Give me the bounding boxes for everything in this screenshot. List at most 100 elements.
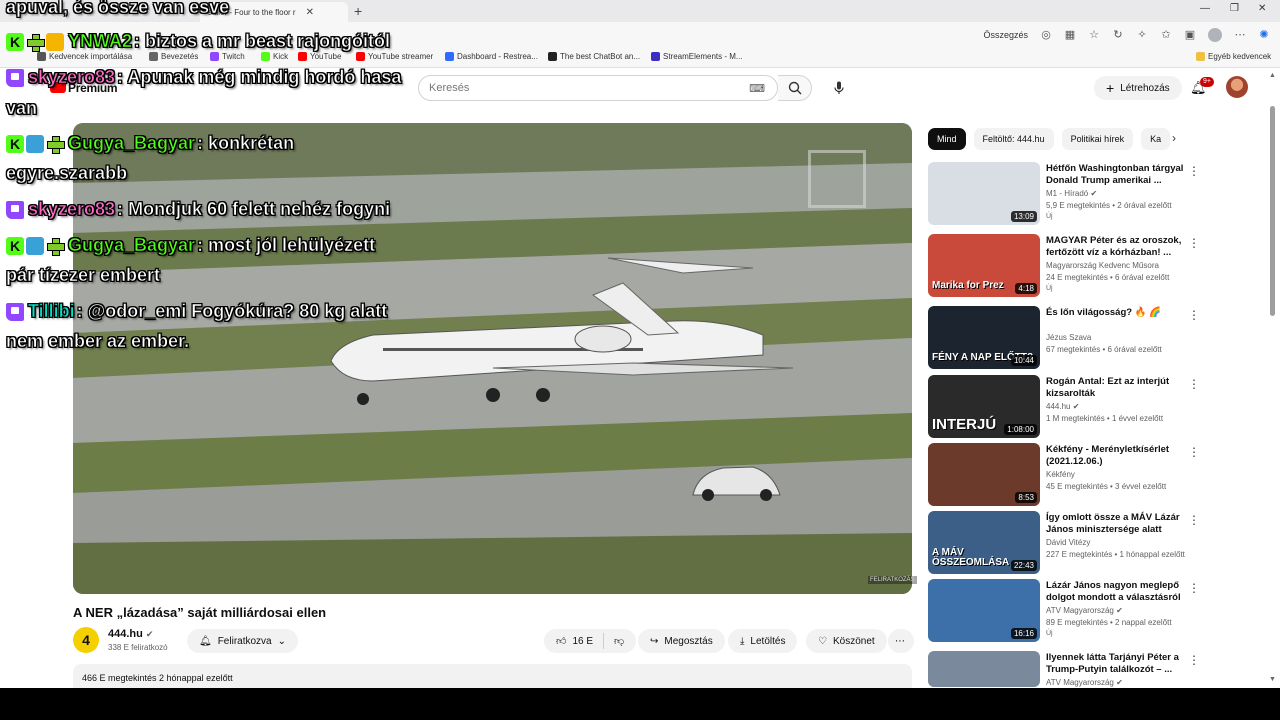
minimize-icon[interactable]: —: [1200, 3, 1210, 14]
more-vert-icon[interactable]: ⋮: [1188, 445, 1200, 459]
chevron-right-icon[interactable]: ›: [1172, 131, 1176, 145]
chip-more[interactable]: Ka: [1141, 128, 1171, 150]
search-input[interactable]: [429, 82, 729, 94]
recommendation-item[interactable]: FÉNY A NAP ELŐTT? 10:44 És lőn világosság?…: [928, 306, 1258, 370]
video-thumbnail[interactable]: [928, 651, 1040, 687]
folder-icon: [1196, 52, 1205, 61]
video-thumbnail[interactable]: 8:53: [928, 443, 1040, 506]
chip-uploader[interactable]: Feltöltő: 444.hu: [973, 128, 1054, 150]
video-thumbnail[interactable]: 13:09: [928, 162, 1040, 225]
chip-all[interactable]: Mind: [928, 128, 966, 150]
video-thumbnail[interactable]: FÉNY A NAP ELŐTT? 10:44: [928, 306, 1040, 369]
bookmark-item[interactable]: Dashboard - Restrea...: [445, 52, 538, 61]
scroll-down-icon[interactable]: ▼: [1269, 676, 1276, 683]
recommendation-item[interactable]: 13:09 Hétfőn Washingtonban tárgyal Donald…: [928, 162, 1258, 226]
share-button[interactable]: ↪ Megosztás: [638, 629, 725, 653]
search-box[interactable]: ⌨: [418, 75, 778, 101]
summary-label[interactable]: Összegzés: [983, 30, 1028, 40]
bookmark-item[interactable]: The best ChatBot an...: [548, 52, 640, 61]
bookmark-item[interactable]: Kedvencek importálása: [37, 52, 132, 61]
other-favorites[interactable]: Egyéb kedvencek: [1196, 52, 1271, 61]
scroll-up-icon[interactable]: ▲: [1269, 72, 1276, 79]
scrollbar-thumb[interactable]: [1270, 106, 1275, 316]
new-tab-icon[interactable]: +: [354, 3, 362, 19]
ai-icon[interactable]: ◎: [1040, 29, 1052, 41]
recommendation-channel[interactable]: 444.hu ✔: [1046, 402, 1079, 411]
video-thumbnail[interactable]: 16:16: [928, 579, 1040, 642]
video-thumbnail[interactable]: INTERJÚ 1:08:00: [928, 375, 1040, 438]
recommendation-item[interactable]: 16:16 Lázár János nagyon meglepő dolgot m…: [928, 579, 1258, 643]
download-button[interactable]: ⤓ Letöltés: [728, 629, 798, 653]
recommendation-item[interactable]: 8:53 Kékfény - Merényletkísérlet (2021.12…: [928, 443, 1258, 507]
description-box[interactable]: 466 E megtekintés 2 hónappal ezelőtt: [73, 664, 912, 688]
recommendation-channel[interactable]: Dávid Vitézy: [1046, 538, 1090, 547]
subscribe-watermark[interactable]: FELIRATKOZÁS: [868, 576, 917, 584]
chat-text: : biztos a mr beast rajongóitól: [134, 31, 391, 52]
keyboard-icon[interactable]: ⌨: [749, 82, 765, 95]
profile-avatar[interactable]: [1208, 28, 1222, 42]
recommendation-channel[interactable]: Kékfény: [1046, 470, 1075, 479]
more-vert-icon[interactable]: ⋮: [1188, 581, 1200, 595]
subscribed-button[interactable]: 🔔︎ Feliratkozva ⌄: [187, 629, 298, 653]
thanks-button[interactable]: ♡ Köszönet: [806, 629, 887, 653]
bookmark-item[interactable]: YouTube: [298, 52, 341, 61]
channel-watermark-logo[interactable]: [808, 150, 866, 208]
recommendation-item[interactable]: Marika for Prez 4:18 MAGYAR Péter és az or…: [928, 234, 1258, 298]
apps-icon[interactable]: ▦: [1064, 29, 1076, 41]
extensions-icon[interactable]: ✧: [1136, 29, 1148, 41]
recommendation-channel[interactable]: Jézus Szava: [1046, 333, 1091, 342]
video-thumbnail[interactable]: Marika for Prez 4:18: [928, 234, 1040, 297]
bookmark-item[interactable]: StreamElements - M...: [651, 52, 743, 61]
video-thumbnail[interactable]: A MÁV ÖSSZEOMLÁSA 22:43: [928, 511, 1040, 574]
voice-search-button[interactable]: [826, 76, 852, 100]
close-window-icon[interactable]: ✕: [1258, 3, 1266, 14]
favorites-icon[interactable]: ✩: [1160, 29, 1172, 41]
recommendation-title[interactable]: Rogán Antal: Ezt az interjút kizsarolták: [1046, 376, 1186, 400]
video-player[interactable]: [73, 123, 912, 594]
recommendation-channel[interactable]: Magyarország Kedvenc Műsora: [1046, 261, 1159, 270]
more-vert-icon[interactable]: ⋮: [1188, 236, 1200, 250]
channel-name[interactable]: 444.hu ✔: [108, 628, 153, 640]
recommendation-title[interactable]: Hétfőn Washingtonban tárgyal Donald Trum…: [1046, 163, 1186, 187]
account-avatar[interactable]: [1226, 76, 1248, 98]
recommendation-channel[interactable]: M1 - Híradó ✔: [1046, 189, 1097, 198]
more-vert-icon[interactable]: ⋮: [1188, 308, 1200, 322]
share-icon: ↪: [650, 635, 659, 647]
thumbnail-text: INTERJÚ: [932, 416, 997, 433]
recommendation-title[interactable]: MAGYAR Péter és az oroszok, fertőzött ví…: [1046, 235, 1186, 259]
recommendation-title[interactable]: Ilyennek látta Tarjányi Péter a Trump-Pu…: [1046, 652, 1186, 676]
more-vert-icon[interactable]: ⋮: [1188, 513, 1200, 527]
more-vert-icon[interactable]: ⋮: [1188, 653, 1200, 667]
bookmark-item[interactable]: YouTube streamer: [356, 52, 433, 61]
recommendation-item[interactable]: A MÁV ÖSSZEOMLÁSA 22:43 Így omlott össze a…: [928, 511, 1258, 575]
more-vert-icon[interactable]: ⋮: [1188, 377, 1200, 391]
bookmark-item[interactable]: Twitch: [210, 52, 245, 61]
recommendation-title[interactable]: És lőn világosság? 🔥 🌈: [1046, 307, 1186, 319]
copilot-icon[interactable]: ✺: [1258, 29, 1270, 41]
bookmark-item[interactable]: Bevezetés: [149, 52, 198, 61]
recommendation-channel[interactable]: ATV Magyarország ✔: [1046, 678, 1123, 687]
close-tab-icon[interactable]: ✕: [306, 7, 314, 18]
more-vert-icon[interactable]: ⋮: [1188, 164, 1200, 178]
recommendation-title[interactable]: Így omlott össze a MÁV Lázár János minis…: [1046, 512, 1186, 536]
recommendation-item[interactable]: Ilyennek látta Tarjányi Péter a Trump-Pu…: [928, 651, 1258, 688]
search-button[interactable]: [778, 75, 812, 101]
duration-badge: 10:44: [1010, 355, 1037, 366]
star-icon[interactable]: ☆: [1088, 29, 1100, 41]
thumbs-down-icon[interactable]: 👎︎: [614, 635, 624, 647]
channel-avatar[interactable]: 4: [73, 627, 99, 653]
like-button[interactable]: 👍︎ 16 E 👎︎: [544, 629, 637, 653]
maximize-icon[interactable]: ❐: [1230, 3, 1239, 14]
recommendation-title[interactable]: Lázár János nagyon meglepő dolgot mondot…: [1046, 580, 1186, 604]
refresh-icon[interactable]: ↻: [1112, 29, 1124, 41]
recommendation-title[interactable]: Kékfény - Merényletkísérlet (2021.12.06.…: [1046, 444, 1186, 468]
recommendation-item[interactable]: INTERJÚ 1:08:00 Rogán Antal: Ezt az interj…: [928, 375, 1258, 439]
collections-icon[interactable]: ▣: [1184, 29, 1196, 41]
chip-political-news[interactable]: Politikai hírek: [1061, 128, 1134, 150]
more-menu-icon[interactable]: ⋯: [1234, 29, 1246, 41]
new-badge: Új: [1046, 213, 1053, 220]
recommendation-channel[interactable]: ATV Magyarország ✔: [1046, 606, 1123, 615]
more-actions-button[interactable]: ⋯: [888, 629, 914, 653]
create-button[interactable]: + Létrehozás: [1094, 76, 1182, 100]
bookmark-item[interactable]: Kick: [261, 52, 288, 61]
